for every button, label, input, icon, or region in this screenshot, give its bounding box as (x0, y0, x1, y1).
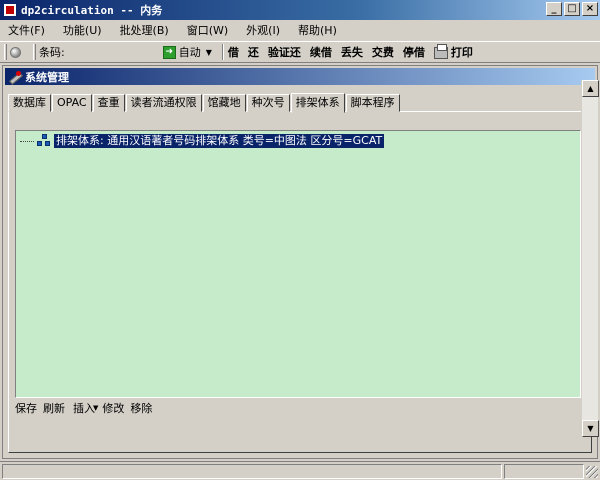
menu-function[interactable]: 功能(U) (63, 22, 102, 38)
window-title: dp2circulation -- 内务 (21, 4, 163, 17)
tab-dedup[interactable]: 查重 (92, 94, 125, 112)
chevron-down-icon[interactable]: ▼ (93, 404, 98, 412)
app-icon (3, 3, 17, 17)
printer-icon (433, 44, 448, 59)
barcode-label: 条码: (39, 46, 65, 59)
menu-file[interactable]: 文件(F) (8, 22, 45, 38)
menu-appearance[interactable]: 外观(I) (246, 22, 280, 38)
modify-button[interactable]: 修改 (102, 400, 124, 416)
status-bar (0, 461, 600, 480)
tree-item-label: 排架体系: 通用汉语著者号码排架体系 类号=中图法 区分号=GCAT (52, 133, 386, 149)
toolbar: 条码: ➜ 自动 ▼ 借 还 验证还 续借 丢失 交费 停借 打印 (0, 41, 600, 63)
verify-return-button[interactable]: 验证还 (268, 44, 301, 60)
remove-button[interactable]: 移除 (130, 400, 152, 416)
print-button[interactable]: 打印 (433, 44, 473, 60)
print-label: 打印 (450, 46, 473, 59)
insert-button[interactable]: 插入 (71, 400, 95, 416)
suspend-borrow-button[interactable]: 停借 (403, 44, 425, 60)
wrench-icon (8, 70, 22, 83)
refresh-button[interactable]: 刷新 (43, 400, 65, 416)
menu-window[interactable]: 窗口(W) (187, 22, 228, 38)
tree-item[interactable]: 排架体系: 通用汉语著者号码排架体系 类号=中图法 区分号=GCAT (20, 133, 386, 149)
pay-fee-button[interactable]: 交费 (372, 44, 394, 60)
menu-help[interactable]: 帮助(H) (298, 22, 337, 38)
auto-mode-dropdown[interactable]: ➜ 自动 ▼ (162, 44, 212, 60)
tab-strip: 数据库 OPAC 查重 读者流通权限 馆藏地 种次号 排架体系 脚本程序 (8, 93, 588, 113)
resize-grip[interactable] (586, 466, 598, 478)
scroll-down-button[interactable]: ▼ (582, 420, 599, 437)
return-button[interactable]: 还 (248, 44, 259, 60)
tab-database[interactable]: 数据库 (8, 94, 51, 112)
action-bar: 保存 刷新 插入 ▼ 修改 移除 (15, 400, 581, 416)
lost-button[interactable]: 丢失 (341, 44, 363, 60)
hierarchy-icon (36, 134, 52, 148)
child-window-title: 系统管理 (25, 70, 69, 84)
tab-shelving-system[interactable]: 排架体系 (290, 93, 345, 113)
tab-opac[interactable]: OPAC (52, 94, 92, 112)
toolbar-separator (221, 44, 224, 60)
maximize-button[interactable]: □ (564, 2, 580, 16)
status-light-icon (10, 46, 21, 58)
tab-call-number[interactable]: 种次号 (246, 94, 290, 112)
tab-locations[interactable]: 馆藏地 (202, 94, 246, 112)
status-info-pane (504, 464, 584, 479)
borrow-button[interactable]: 借 (228, 44, 239, 60)
status-message-pane (2, 464, 502, 479)
barcode-input[interactable] (68, 44, 163, 60)
tree-connector (20, 140, 34, 142)
close-button[interactable]: × (582, 2, 598, 16)
chevron-down-icon: ▼ (205, 47, 212, 57)
scroll-up-button[interactable]: ▲ (582, 80, 599, 97)
window-title-bar[interactable]: dp2circulation -- 内务 _ □ × (0, 0, 600, 20)
save-button[interactable]: 保存 (15, 400, 37, 416)
tab-scripts[interactable]: 脚本程序 (345, 94, 400, 112)
vertical-scrollbar[interactable]: ▲ ▼ (581, 80, 599, 437)
menu-bar: 文件(F) 功能(U) 批处理(B) 窗口(W) 外观(I) 帮助(H) (0, 20, 600, 40)
renew-button[interactable]: 续借 (310, 44, 332, 60)
minimize-button[interactable]: _ (546, 2, 562, 16)
arrow-right-icon: ➜ (162, 45, 176, 59)
toolbar-grip[interactable] (4, 44, 7, 60)
child-window-title-bar[interactable]: 系统管理 (5, 68, 595, 85)
menu-batch[interactable]: 批处理(B) (120, 22, 169, 38)
shelving-tree-view[interactable]: 排架体系: 通用汉语著者号码排架体系 类号=中图法 区分号=GCAT (15, 130, 581, 398)
tab-reader-rights[interactable]: 读者流通权限 (125, 94, 202, 112)
toolbar-grip-2 (33, 44, 36, 60)
auto-mode-label: 自动 (178, 46, 201, 59)
